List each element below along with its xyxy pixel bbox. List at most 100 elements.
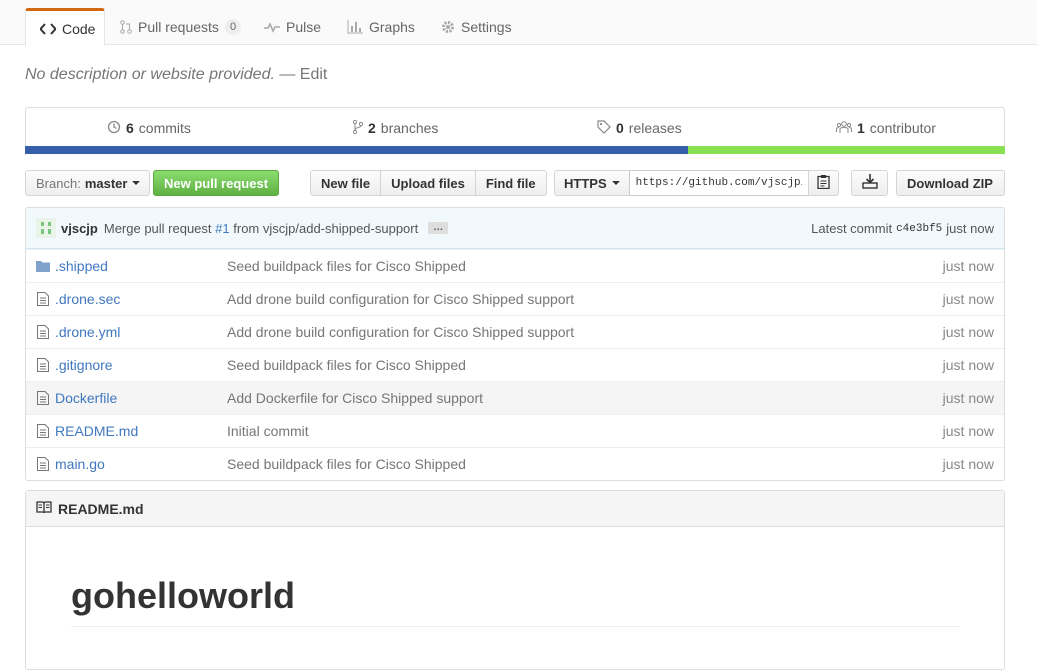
tab-pull-requests[interactable]: Pull requests 0 (106, 8, 255, 45)
language-bar[interactable] (25, 146, 1005, 154)
expand-commit-message-button[interactable]: … (428, 222, 449, 234)
download-zip-button[interactable]: Download ZIP (896, 170, 1005, 196)
language-segment-go (25, 146, 688, 154)
table-row: main.go Seed buildpack files for Cisco S… (26, 447, 1004, 480)
clone-url-input[interactable] (628, 170, 809, 196)
commits-label: commits (138, 120, 191, 136)
file-age: just now (942, 390, 994, 406)
book-icon (36, 500, 52, 517)
file-link[interactable]: .gitignore (55, 357, 113, 373)
latest-commit-info: Latest commit c4e3bf5 just now (811, 208, 994, 249)
file-text-icon (35, 357, 51, 373)
chevron-down-icon (132, 181, 141, 185)
pulse-icon (264, 21, 280, 33)
tab-label: Pulse (286, 18, 322, 35)
pull-request-link[interactable]: #1 (215, 221, 229, 236)
branch-name: master (84, 175, 128, 191)
branches-count: 2 (368, 120, 376, 136)
upload-files-button[interactable]: Upload files (380, 170, 476, 196)
branch-select-button[interactable]: Branch: master (25, 170, 150, 196)
edit-description-link[interactable]: Edit (300, 66, 328, 83)
commit-sha-link[interactable]: c4e3bf5 (896, 223, 942, 235)
description-separator: — (274, 66, 300, 83)
tab-graphs[interactable]: Graphs (333, 8, 429, 45)
file-link[interactable]: Dockerfile (55, 390, 117, 406)
commits-link[interactable]: 6 commits (107, 108, 191, 148)
latest-commit-label: Latest commit (811, 221, 893, 236)
repo-nav: Code Pull requests 0 Pulse Graphs Settin… (0, 0, 1037, 46)
file-age: just now (942, 423, 994, 439)
chevron-down-icon (611, 181, 620, 185)
open-in-desktop-button[interactable] (851, 170, 888, 196)
file-commit-message[interactable]: Add drone build configuration for Cisco … (227, 291, 574, 307)
branch-icon (352, 119, 364, 137)
file-commit-message[interactable]: Add Dockerfile for Cisco Shipped support (227, 390, 483, 406)
tab-label: Code (62, 20, 96, 37)
contributors-link[interactable]: 1 contributor (836, 108, 936, 148)
table-row: .drone.sec Add drone build configuration… (26, 282, 1004, 315)
new-pull-request-button[interactable]: New pull request (153, 170, 279, 196)
pull-request-icon (120, 19, 132, 34)
file-table: vjscjp Merge pull request #1 from vjscjp… (25, 207, 1005, 481)
file-link[interactable]: .drone.yml (55, 324, 120, 340)
readme-panel: README.md gohelloworld (25, 490, 1005, 670)
desktop-download-icon (861, 174, 878, 192)
repo-description: No description or website provided. — Ed… (25, 66, 327, 84)
file-text-icon (35, 423, 51, 439)
file-commit-message[interactable]: Seed buildpack files for Cisco Shipped (227, 258, 466, 274)
file-text-icon (35, 456, 51, 472)
clipboard-icon (816, 174, 830, 192)
heading-divider (71, 626, 959, 627)
clone-url-group: HTTPS (554, 170, 839, 196)
commit-age: just now (946, 221, 994, 236)
file-commit-message[interactable]: Initial commit (227, 423, 309, 439)
file-link[interactable]: .drone.sec (55, 291, 120, 307)
file-link[interactable]: .shipped (55, 258, 108, 274)
table-row: .shipped Seed buildpack files for Cisco … (26, 249, 1004, 282)
code-icon (40, 22, 56, 35)
branches-label: branches (380, 120, 439, 136)
copy-to-clipboard-button[interactable] (807, 170, 839, 196)
file-commit-message[interactable]: Seed buildpack files for Cisco Shipped (227, 357, 466, 373)
description-text: No description or website provided. (25, 66, 275, 83)
commits-count: 6 (126, 120, 134, 136)
tab-settings[interactable]: Settings (427, 8, 526, 45)
contributors-label: contributor (869, 120, 936, 136)
file-link[interactable]: main.go (55, 456, 105, 472)
tab-pulse[interactable]: Pulse (250, 8, 335, 45)
commit-author-link[interactable]: vjscjp (61, 221, 98, 236)
find-file-button[interactable]: Find file (474, 170, 547, 196)
tab-code[interactable]: Code (25, 8, 105, 46)
readme-title: README.md (58, 500, 144, 517)
new-file-button[interactable]: New file (310, 170, 382, 196)
pull-request-count: 0 (224, 18, 242, 35)
releases-label: releases (628, 120, 682, 136)
file-link[interactable]: README.md (55, 423, 138, 439)
file-age: just now (942, 357, 994, 373)
folder-icon (35, 258, 51, 274)
releases-link[interactable]: 0 releases (597, 108, 682, 148)
releases-count: 0 (616, 120, 624, 136)
latest-commit-bar: vjscjp Merge pull request #1 from vjscjp… (26, 208, 1004, 249)
file-age: just now (942, 291, 994, 307)
tab-label: Graphs (369, 18, 415, 35)
table-row: .drone.yml Add drone build configuration… (26, 315, 1004, 348)
file-commit-message[interactable]: Add drone build configuration for Cisco … (227, 324, 574, 340)
file-text-icon (35, 390, 51, 406)
file-text-icon (35, 291, 51, 307)
graph-icon (347, 19, 363, 34)
tab-label: Pull requests (138, 18, 219, 35)
branches-link[interactable]: 2 branches (352, 108, 439, 148)
language-segment-other (688, 146, 1005, 154)
avatar[interactable] (36, 218, 56, 238)
contributors-count: 1 (857, 120, 865, 136)
readme-header: README.md (26, 491, 1004, 527)
tab-label: Settings (461, 18, 512, 35)
clone-protocol-button[interactable]: HTTPS (554, 170, 630, 196)
file-commit-message[interactable]: Seed buildpack files for Cisco Shipped (227, 456, 466, 472)
file-age: just now (942, 324, 994, 340)
commit-message-prefix: Merge pull request (103, 220, 212, 236)
readme-heading: gohelloworld (71, 575, 295, 616)
branch-prefix: Branch: (36, 175, 81, 191)
tag-icon (597, 119, 611, 137)
